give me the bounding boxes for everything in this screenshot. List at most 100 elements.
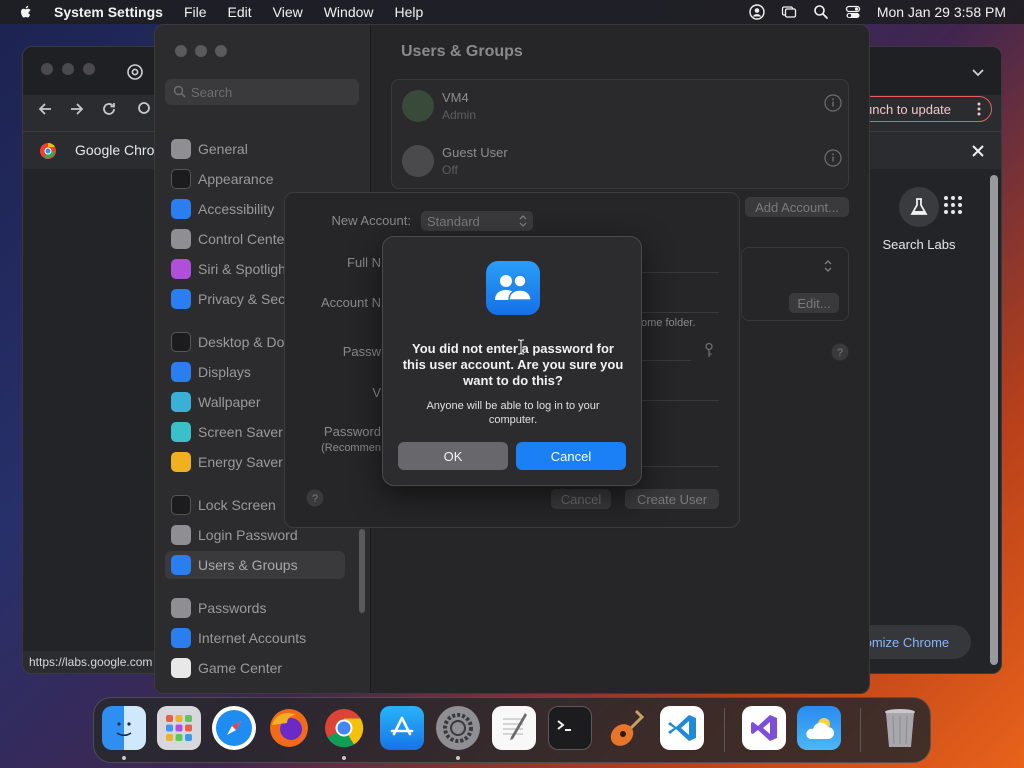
sidebar-item-passwords[interactable]: Passwords [165, 594, 345, 622]
sidebar-item-game-center[interactable]: Game Center [165, 654, 345, 682]
cancel-button[interactable]: Cancel [551, 489, 611, 509]
menu-help[interactable]: Help [395, 4, 424, 20]
sidebar-item-label: Siri & Spotlight [198, 261, 290, 277]
account-type-popup[interactable]: Standard [421, 211, 533, 231]
password-hint-field[interactable] [641, 423, 719, 467]
full-name-field[interactable] [641, 253, 719, 273]
dock-launchpad[interactable] [157, 706, 201, 750]
flask-icon [899, 187, 939, 227]
forward-arrow-icon[interactable] [67, 99, 87, 119]
dock-weather[interactable] [797, 706, 841, 750]
info-icon[interactable] [824, 94, 842, 112]
settings-minimize-control[interactable] [195, 45, 207, 57]
sidebar-item-label: Displays [198, 364, 251, 380]
dock-garageband[interactable] [604, 706, 648, 750]
menu-app-name[interactable]: System Settings [54, 4, 163, 20]
user-list: VM4 Admin Guest User Off [391, 79, 849, 189]
control-center-icon [171, 229, 191, 249]
sidebar-item-label: Game Center [198, 660, 283, 676]
dock-chrome[interactable] [322, 706, 366, 750]
chevron-updown-icon[interactable] [823, 259, 833, 273]
verify-label: V [372, 385, 381, 400]
chrome-icon [325, 709, 364, 748]
apple-icon[interactable] [18, 4, 34, 20]
settings-zoom-control[interactable] [215, 45, 227, 57]
menu-clock[interactable]: Mon Jan 29 3:58 PM [877, 4, 1006, 20]
reload-icon[interactable] [99, 99, 119, 119]
more-vertical-icon[interactable] [977, 102, 981, 116]
no-password-alert: You did not enter a password for this us… [382, 236, 642, 486]
dock-app-store[interactable] [380, 706, 424, 750]
firefox-icon [270, 709, 308, 747]
user-name: Guest User [442, 145, 508, 160]
help-icon[interactable]: ? [831, 343, 849, 361]
finder-icon [116, 722, 132, 737]
dock-finder[interactable] [102, 706, 146, 750]
add-account-button[interactable]: Add Account... [745, 197, 849, 217]
screen-mirroring-icon[interactable] [781, 4, 797, 20]
dock-icon [171, 332, 191, 352]
user-account-icon[interactable] [749, 4, 765, 20]
verify-field[interactable] [641, 381, 719, 401]
textedit-pen-icon [503, 713, 527, 740]
svg-text:?: ? [312, 493, 318, 505]
edit-button[interactable]: Edit... [789, 293, 839, 313]
ok-button[interactable]: OK [398, 442, 508, 470]
dock-safari[interactable] [212, 706, 256, 750]
control-center-icon[interactable] [845, 4, 861, 20]
dock-terminal[interactable] [548, 706, 592, 750]
dock-firefox[interactable] [267, 706, 311, 750]
dock-visual-studio[interactable] [742, 706, 786, 750]
password-hint-label: Password [323, 424, 381, 439]
settings-search-input[interactable]: Search [165, 79, 359, 105]
customize-chrome-button[interactable]: tomize Chrome [853, 625, 971, 659]
back-arrow-icon[interactable] [35, 99, 55, 119]
sidebar-item-general[interactable]: General [165, 135, 345, 163]
menu-view[interactable]: View [273, 4, 303, 20]
omnibox-search-icon[interactable] [135, 99, 155, 119]
password-field[interactable] [641, 341, 691, 361]
sidebar-item-appearance[interactable]: Appearance [165, 165, 345, 193]
alert-cancel-button[interactable]: Cancel [516, 442, 626, 470]
key-icon[interactable] [703, 342, 715, 358]
settings-close-control[interactable] [175, 45, 187, 57]
chrome-update-button[interactable]: unch to update [852, 96, 992, 122]
menu-window[interactable]: Window [324, 4, 374, 20]
chrome-scrollbar[interactable] [990, 175, 998, 665]
dock-system-settings[interactable] [436, 706, 480, 750]
chrome-minimize-control[interactable] [62, 63, 74, 75]
avatar [402, 90, 434, 122]
menu-edit[interactable]: Edit [228, 4, 252, 20]
password-hint-sublabel: (Recommen [321, 442, 381, 454]
sidebar-scrollbar[interactable] [359, 529, 365, 613]
sidebar-item-label: Energy Saver [198, 454, 283, 470]
sidebar-item-users-groups[interactable]: Users & Groups [165, 551, 345, 579]
dock-textedit[interactable] [492, 706, 536, 750]
chrome-update-label: unch to update [865, 101, 952, 117]
list-item[interactable]: VM4 Admin [402, 82, 842, 132]
user-role: Admin [442, 108, 477, 122]
chrome-tab-favicon-icon[interactable] [127, 64, 143, 80]
sidebar-item-internet-accounts[interactable]: Internet Accounts [165, 624, 345, 652]
chevron-down-icon[interactable] [971, 65, 985, 79]
close-icon[interactable] [971, 144, 985, 158]
sidebar-item-label: Control Center [198, 231, 290, 247]
create-user-button[interactable]: Create User [625, 489, 719, 509]
menu-file[interactable]: File [184, 4, 207, 20]
text-cursor-icon [518, 339, 524, 355]
settings-window-controls [175, 45, 227, 57]
chrome-zoom-control[interactable] [83, 63, 95, 75]
info-icon[interactable] [824, 149, 842, 167]
spotlight-search-icon[interactable] [813, 4, 829, 20]
account-name-field[interactable] [641, 293, 719, 313]
chrome-close-control[interactable] [41, 63, 53, 75]
apps-grid-icon[interactable] [943, 195, 963, 215]
sidebar-item-label: Internet Accounts [198, 630, 307, 646]
full-name-label: Full N [347, 255, 381, 270]
help-icon[interactable]: ? [306, 489, 324, 507]
user-role: Off [442, 163, 458, 177]
dock-trash[interactable] [878, 706, 922, 750]
weather-cloud-icon [806, 718, 834, 739]
list-item[interactable]: Guest User Off [402, 137, 842, 187]
dock-vscode[interactable] [660, 706, 704, 750]
